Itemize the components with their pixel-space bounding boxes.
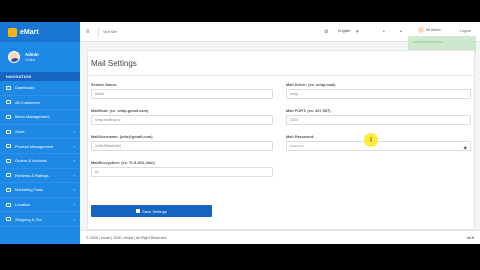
users-icon [6,100,11,105]
footer: © 2020 | emart | 2020, eMart | All Right… [80,230,480,244]
chevron-left-icon: ‹ [73,129,75,135]
sidebar-item-label: Product Management [15,143,54,149]
cart-icon [6,158,11,163]
store-icon [6,129,11,134]
save-button-label: Save Settings [142,208,167,214]
sidebar-item-reviews[interactable]: Reviews & Ratings ‹ [0,169,80,184]
visit-site-link[interactable]: Visit Site [98,28,121,36]
logout-link[interactable]: Logout [460,29,471,33]
save-settings-button[interactable]: Save Settings [91,205,212,217]
user-panel: Admin Online [0,42,80,72]
mail-driver-label: Mail Driver: (ex. smtp,mail) [286,82,336,87]
mail-port-field[interactable]: 2525 [286,115,471,125]
map-pin-icon [6,202,11,207]
sidebar-item-orders[interactable]: Orders & Invoices ‹ [0,154,80,169]
nav-heading: NAVIGATION [0,72,80,81]
version-label: v2.0 [466,236,474,240]
password-value: ••••••••••• [290,144,304,148]
sidebar: eMart Admin Online NAVIGATION Dashboard … [0,22,80,244]
sidebar-item-store[interactable]: Store ‹ [0,125,80,140]
mail-port-label: Mail PORT: (ex. 467,587) [286,108,331,113]
mail-host-field[interactable]: smtp.mailtrap.io [91,115,273,125]
language-select[interactable]: English [338,29,350,33]
video-frame: eMart Admin Online NAVIGATION Dashboard … [0,0,480,270]
sidebar-item-label: Shipping & Tax [15,216,42,222]
brand-name: eMart [20,28,39,36]
chevron-left-icon: ‹ [73,216,75,222]
sidebar-item-label: Orders & Invoices [15,158,47,164]
sidebar-item-label: All Customers [15,99,40,105]
avatar [418,27,424,33]
sidebar-item-label: Marketing Tools [15,187,43,193]
brand[interactable]: eMart [0,22,80,42]
megaphone-icon [6,187,11,192]
profile-menu[interactable]: Hi! Admin [418,27,441,33]
mail-encryption-label: MailEncryption: (ex. TLS,SSL,Null) [91,160,155,165]
avatar [8,51,20,63]
mail-password-label: Mail Password: [286,134,315,139]
chevron-left-icon: ‹ [73,172,75,178]
dashboard-icon [6,85,11,90]
settings-icon[interactable]: ⚙ [324,29,328,35]
sidebar-item-products[interactable]: Product Management ‹ [0,139,80,154]
box-icon [6,144,11,149]
mail-password-field[interactable]: ••••••••••• ◉ [286,141,471,151]
mouse-cursor-highlight: I [364,133,378,147]
sidebar-item-customers[interactable]: All Customers [0,96,80,111]
mail-username-label: MailUsername: (info@gmail.com) [91,134,153,139]
profile-label: Hi! Admin [426,28,441,32]
chevron-left-icon: ‹ [73,187,75,193]
browser-screen: eMart Admin Online NAVIGATION Dashboard … [0,22,480,244]
star-icon [6,173,11,178]
save-icon [136,209,141,213]
emart-logo-icon [8,27,17,37]
mail-encryption-field[interactable]: tls [91,167,273,177]
chevron-left-icon: ‹ [73,143,75,149]
eye-icon[interactable]: ◉ [464,145,468,150]
sidebar-item-label: Reviews & Ratings [15,172,49,178]
menu-icon [6,114,11,119]
copyright-text: © 2020 | emart | 2020, eMart | All Right… [86,236,167,240]
mail-icon[interactable]: • [400,29,402,35]
sidebar-item-shipping[interactable]: Shipping & Tax ‹ [0,212,80,227]
chevron-left-icon: ‹ [73,202,75,208]
mail-username-field[interactable]: 1e5fc9f5ba0dbd [91,141,273,151]
truck-icon [6,217,11,222]
chevron-left-icon: ‹ [73,158,75,164]
sidebar-item-label: Menu Management [15,114,50,120]
sender-name-field[interactable]: eMart [91,89,273,99]
mail-driver-field[interactable]: smtp [286,89,471,99]
chevron-down-icon: ▾ [356,29,359,35]
bell-icon[interactable]: • [383,29,385,35]
sidebar-item-menu[interactable]: Menu Management [0,110,80,125]
user-name: Admin [25,52,39,57]
mail-settings-card: Mail Settings Sender Name: eMart Mail Dr… [87,50,475,230]
sidebar-item-label: Location [15,202,31,208]
sidebar-item-location[interactable]: Location ‹ [0,198,80,213]
hamburger-icon[interactable]: ≡ [86,29,90,35]
sidebar-item-label: Store [15,129,25,135]
sidebar-item-dashboard[interactable]: Dashboard [0,81,80,96]
divider [88,75,474,76]
user-status: Online [25,58,36,62]
mail-host-label: MailHost: (ex. smtp.gmail.com) [91,108,149,113]
page-title: Mail Settings [91,59,137,68]
sidebar-item-label: Dashboard [15,85,35,91]
sender-name-label: Sender Name: [91,82,118,87]
sidebar-item-marketing[interactable]: Marketing Tools ‹ [0,183,80,198]
